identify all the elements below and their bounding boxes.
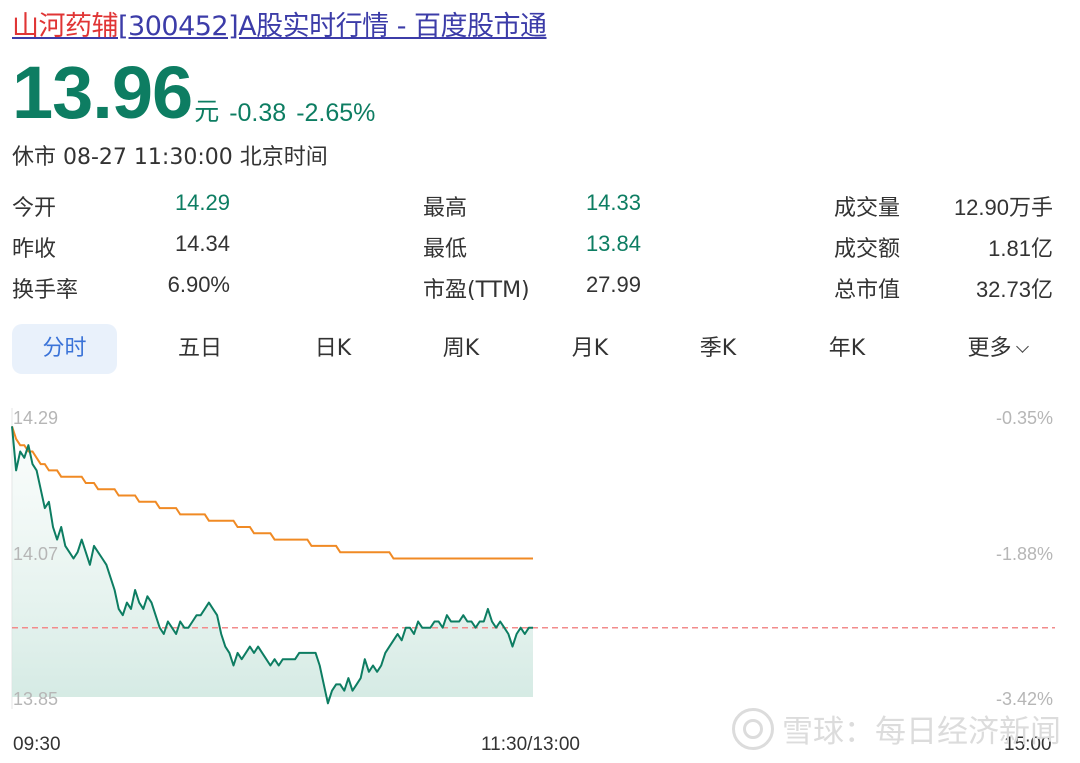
price-unit: 元 [194,97,220,126]
stat-value-volume: 12.90万手 [953,195,1053,220]
stat-value-prev-close: 14.34 [174,231,230,256]
tab-intraday[interactable]: 分时 [12,324,117,374]
average-price-line [11,425,533,560]
stat-label-pe: 市盈(TTM) [423,278,530,303]
title-rest[interactable]: [300452]A股实时行情 - 百度股市通 [118,11,547,42]
intraday-chart[interactable] [0,390,1080,735]
chevron-down-icon [1015,340,1029,353]
stat-value-turnover: 1.81亿 [988,236,1053,261]
stat-value-open: 14.29 [174,190,230,215]
price-change-percent: -2.65% [296,99,376,127]
current-price: 13.96 [12,51,193,134]
snowball-logo-icon [732,707,774,750]
stat-label-turnover-rate: 换手率 [12,278,79,303]
y-axis-right-mid: -1.88% [995,544,1053,564]
period-tabs: 分时 五日 日K 周K 月K 季K 年K 更多 [12,324,1060,374]
tab-yearly-k[interactable]: 年K [802,324,892,374]
y-axis-left-bottom: 13.85 [13,689,59,709]
tab-quarterly-k[interactable]: 季K [673,324,763,374]
tab-daily-k[interactable]: 日K [288,324,378,374]
tab-more-label: 更多 [967,336,1012,361]
tab-weekly-k[interactable]: 周K [416,324,506,374]
watermark-text: 雪球：每日经济新闻 [782,714,1061,750]
price-change: -0.38 [229,99,287,127]
stat-label-market-cap: 总市值 [834,278,901,303]
quote-row: 13.96 元 -0.38 -2.65% [12,56,375,130]
stat-label-prev-close: 昨收 [12,237,57,262]
stat-value-market-cap: 32.73亿 [975,277,1053,302]
x-axis-start: 09:30 [13,734,61,755]
y-axis-left-top: 14.29 [13,408,59,428]
y-axis-left-mid: 14.07 [13,544,59,564]
page-title[interactable]: 山河药辅[300452]A股实时行情 - 百度股市通 [12,4,547,43]
stat-label-low: 最低 [423,237,468,262]
watermark: 雪球：每日经济新闻 [732,706,1061,751]
stat-value-low: 13.84 [585,231,641,256]
stat-value-turnover-rate: 6.90% [167,272,230,297]
stat-label-high: 最高 [423,196,468,221]
stat-label-open: 今开 [12,196,57,221]
y-axis-right-top: -0.35% [995,408,1053,428]
market-status: 休市 08-27 11:30:00 北京时间 [12,145,328,170]
stat-label-turnover: 成交额 [834,237,901,262]
tab-monthly-k[interactable]: 月K [545,324,635,374]
stat-label-volume: 成交量 [834,196,901,221]
x-axis-mid: 11:30/13:00 [481,734,580,755]
tab-five-day[interactable]: 五日 [155,324,245,374]
tab-more[interactable]: 更多 [942,324,1052,374]
stat-value-high: 14.33 [585,190,641,215]
stat-value-pe: 27.99 [585,272,641,297]
stock-name[interactable]: 山河药辅 [12,11,119,42]
